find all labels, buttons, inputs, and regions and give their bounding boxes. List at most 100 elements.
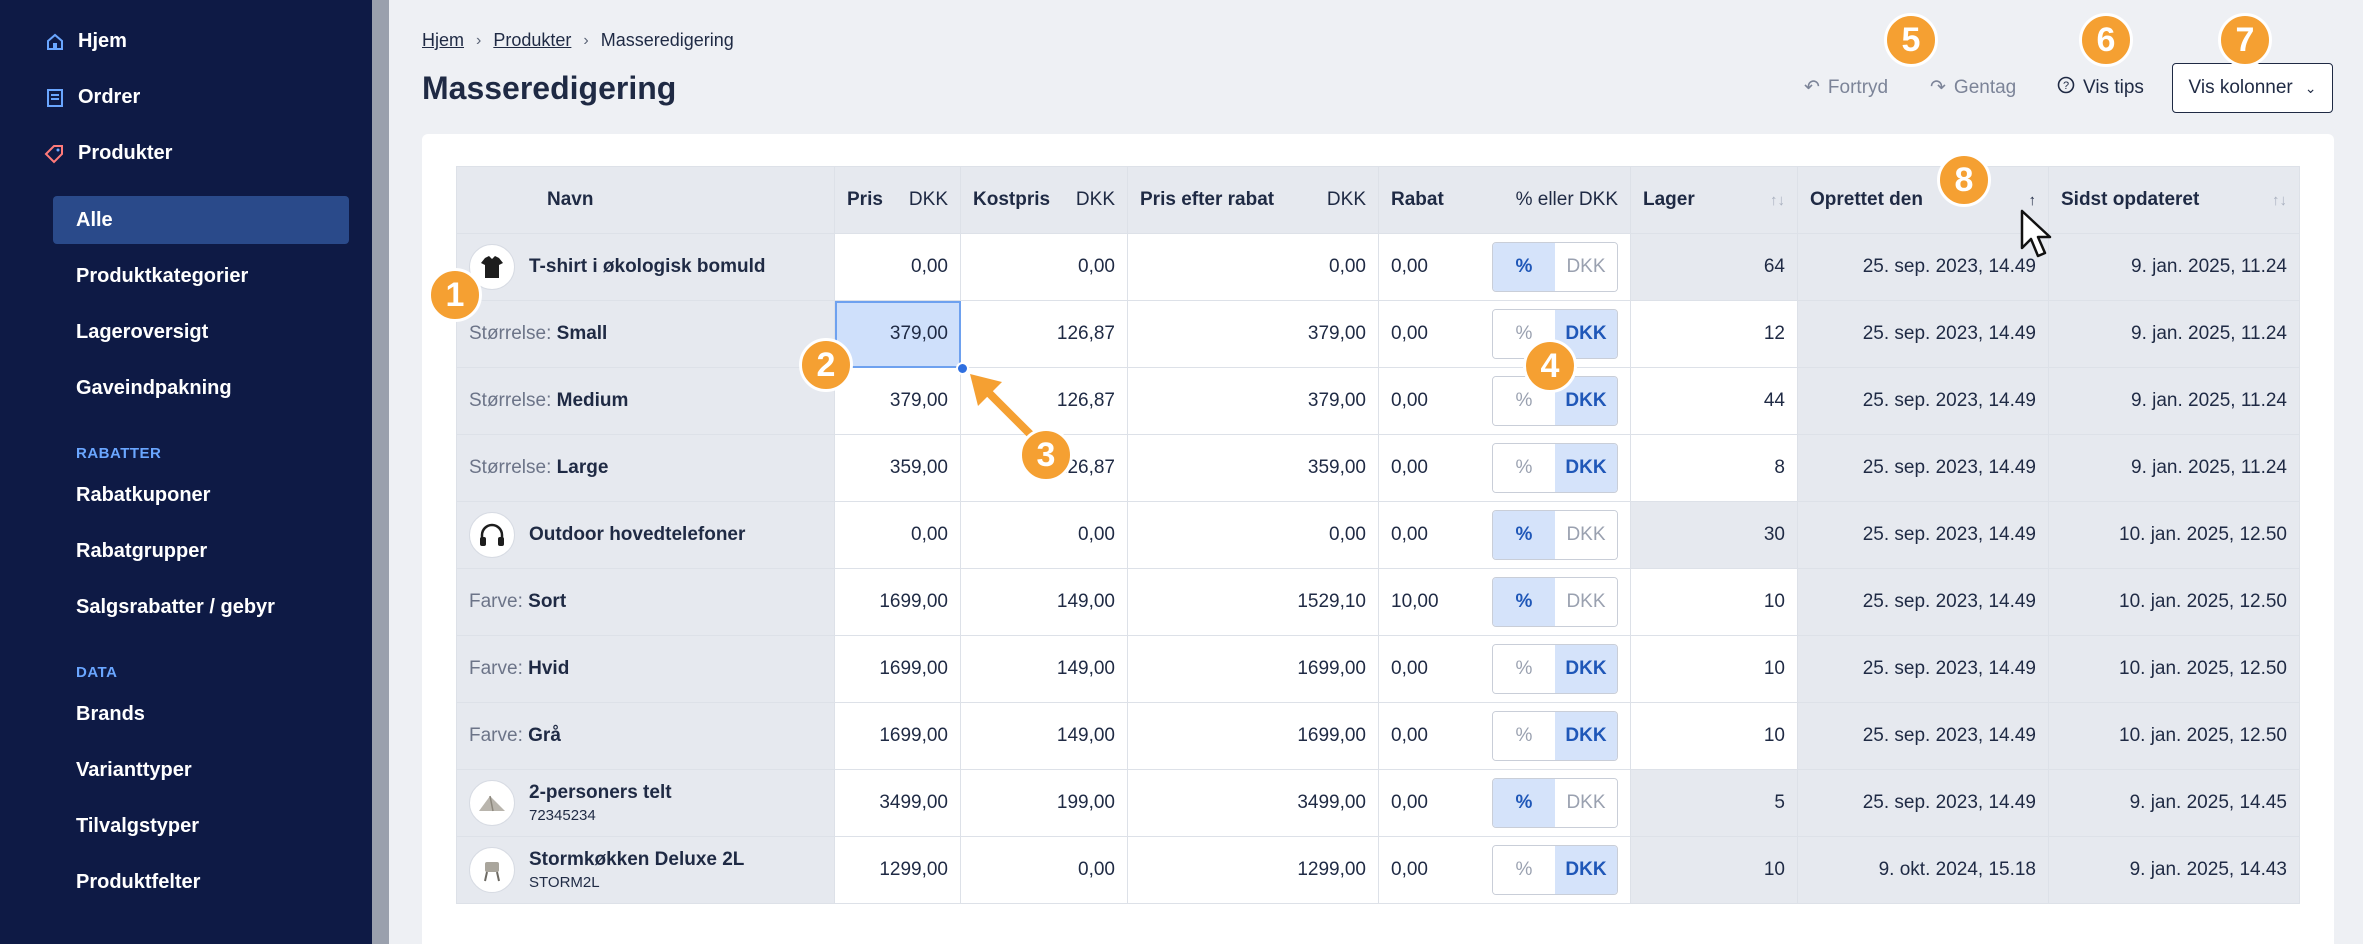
header-discount[interactable]: Rabat % eller DKK (1378, 166, 1631, 234)
discount-value[interactable]: 0,00 (1391, 524, 1428, 546)
stock-cell[interactable]: 12 (1630, 300, 1798, 368)
breadcrumb-products[interactable]: Produkter (493, 30, 571, 51)
price-cell[interactable]: 1699,00 (834, 635, 961, 703)
discounted-price-cell[interactable]: 1299,00 (1127, 836, 1379, 904)
sort-icon[interactable]: ↑↓ (1770, 192, 1785, 209)
columns-dropdown[interactable]: Vis kolonner ⌄ (2172, 63, 2333, 113)
discount-mode-toggle[interactable]: % DKK (1492, 577, 1618, 627)
discount-cell[interactable]: 0,00 % DKK (1378, 702, 1631, 770)
nav-item-orders[interactable]: Ordrer (44, 86, 140, 109)
discount-value[interactable]: 0,00 (1391, 457, 1428, 479)
toggle-dkk[interactable]: DKK (1555, 444, 1617, 492)
header-price[interactable]: Pris DKK (834, 166, 961, 234)
sidebar-item-salgsrabatter[interactable]: Salgsrabatter / gebyr (76, 596, 275, 619)
toggle-percent[interactable]: % (1493, 779, 1555, 827)
header-created[interactable]: Oprettet den ↑ (1797, 166, 2049, 234)
nav-item-products[interactable]: Produkter (44, 142, 172, 165)
discount-cell[interactable]: 0,00% DKK (1378, 300, 1631, 368)
sidebar-item-tilvalgstyper[interactable]: Tilvalgstyper (76, 815, 199, 838)
discount-cell[interactable]: 0,00% DKK (1378, 635, 1631, 703)
discounted-price-cell[interactable]: 0,00 (1127, 233, 1379, 301)
stock-cell[interactable]: 10 (1630, 702, 1798, 770)
sidebar-item-alle[interactable]: Alle (76, 209, 113, 232)
undo-button[interactable]: ↶ Fortryd (1804, 76, 1888, 99)
breadcrumb-home[interactable]: Hjem (422, 30, 464, 51)
sidebar-item-brands[interactable]: Brands (76, 703, 145, 726)
toggle-percent[interactable]: % (1493, 444, 1555, 492)
price-cell[interactable]: 379,00 (834, 367, 961, 435)
cost-cell[interactable]: 149,00 (960, 702, 1128, 770)
header-discounted-price[interactable]: Pris efter rabat DKK (1127, 166, 1379, 234)
sidebar-item-produktfelter[interactable]: Produktfelter (76, 871, 200, 894)
header-name[interactable]: Navn (456, 166, 835, 234)
variant-name-cell[interactable]: Størrelse: Small (456, 300, 835, 368)
tips-button[interactable]: ? Vis tips (2057, 76, 2144, 100)
discount-mode-toggle[interactable]: % DKK (1492, 711, 1618, 761)
sidebar-item-rabatgrupper[interactable]: Rabatgrupper (76, 540, 207, 563)
discounted-price-cell[interactable]: 379,00 (1127, 300, 1379, 368)
sidebar-item-varianttyper[interactable]: Varianttyper (76, 759, 192, 782)
discounted-price-cell[interactable]: 1699,00 (1127, 702, 1379, 770)
discount-mode-toggle[interactable]: % DKK (1492, 845, 1618, 895)
toggle-percent[interactable]: % (1493, 511, 1555, 559)
nav-item-home[interactable]: Hjem (44, 30, 127, 53)
cost-cell[interactable]: 149,00 (960, 635, 1128, 703)
cost-cell[interactable]: 0,00 (960, 836, 1128, 904)
cost-cell[interactable]: 126,87 (960, 300, 1128, 368)
header-updated[interactable]: Sidst opdateret ↑↓ (2048, 166, 2300, 234)
toggle-dkk[interactable]: DKK (1555, 511, 1617, 559)
discount-value[interactable]: 0,00 (1391, 323, 1428, 345)
discount-cell[interactable]: 0,00% DKK (1378, 769, 1631, 837)
stock-cell[interactable]: 5 (1630, 769, 1798, 837)
discounted-price-cell[interactable]: 379,00 (1127, 367, 1379, 435)
stock-cell[interactable]: 30 (1630, 501, 1798, 569)
discount-cell[interactable]: 0,00% DKK (1378, 501, 1631, 569)
discount-cell[interactable]: 10,00 % DKK (1378, 568, 1631, 636)
toggle-dkk[interactable]: DKK (1555, 779, 1617, 827)
discount-mode-toggle[interactable]: % DKK (1492, 242, 1618, 292)
product-name-cell[interactable]: Outdoor hovedtelefoner (456, 501, 835, 569)
discounted-price-cell[interactable]: 359,00 (1127, 434, 1379, 502)
header-cost[interactable]: Kostpris DKK (960, 166, 1128, 234)
discount-value[interactable]: 0,00 (1391, 792, 1428, 814)
redo-button[interactable]: ↷ Gentag (1930, 76, 2016, 99)
stock-cell[interactable]: 10 (1630, 568, 1798, 636)
discount-mode-toggle[interactable]: % DKK (1492, 644, 1618, 694)
price-cell[interactable]: 359,00 (834, 434, 961, 502)
stock-cell[interactable]: 10 (1630, 635, 1798, 703)
header-stock[interactable]: Lager ↑↓ (1630, 166, 1798, 234)
stock-cell[interactable]: 8 (1630, 434, 1798, 502)
discount-value[interactable]: 10,00 (1391, 591, 1439, 613)
sort-icon[interactable]: ↑↓ (2272, 192, 2287, 209)
discount-cell[interactable]: 0,00% DKK (1378, 836, 1631, 904)
product-name-cell[interactable]: 2-personers telt 72345234 (456, 769, 835, 837)
discount-value[interactable]: 0,00 (1391, 725, 1428, 747)
toggle-percent[interactable]: % (1493, 645, 1555, 693)
stock-cell[interactable]: 44 (1630, 367, 1798, 435)
toggle-dkk[interactable]: DKK (1555, 243, 1617, 291)
sidebar-scrollbar[interactable] (372, 0, 389, 944)
price-cell[interactable]: 0,00 (834, 233, 961, 301)
discount-mode-toggle[interactable]: % DKK (1492, 443, 1618, 493)
price-cell[interactable]: 0,00 (834, 501, 961, 569)
cost-cell[interactable]: 199,00 (960, 769, 1128, 837)
discount-mode-toggle[interactable]: % DKK (1492, 778, 1618, 828)
cost-cell[interactable]: 0,00 (960, 501, 1128, 569)
discount-value[interactable]: 0,00 (1391, 390, 1428, 412)
toggle-percent[interactable]: % (1493, 578, 1555, 626)
sidebar-item-produktkategorier[interactable]: Produktkategorier (76, 265, 248, 288)
toggle-percent[interactable]: % (1493, 243, 1555, 291)
price-cell[interactable]: 379,00 (834, 300, 961, 368)
discount-mode-toggle[interactable]: % DKK (1492, 510, 1618, 560)
variant-name-cell[interactable]: Farve: Hvid (456, 635, 835, 703)
toggle-dkk[interactable]: DKK (1555, 712, 1617, 760)
price-cell[interactable]: 1299,00 (834, 836, 961, 904)
toggle-dkk[interactable]: DKK (1555, 846, 1617, 894)
discount-value[interactable]: 0,00 (1391, 859, 1428, 881)
sidebar-item-rabatkuponer[interactable]: Rabatkuponer (76, 484, 210, 507)
price-cell[interactable]: 1699,00 (834, 568, 961, 636)
discount-cell[interactable]: 0,00% DKK (1378, 233, 1631, 301)
sidebar-item-lageroversigt[interactable]: Lageroversigt (76, 321, 208, 344)
toggle-percent[interactable]: % (1493, 846, 1555, 894)
stock-cell[interactable]: 64 (1630, 233, 1798, 301)
